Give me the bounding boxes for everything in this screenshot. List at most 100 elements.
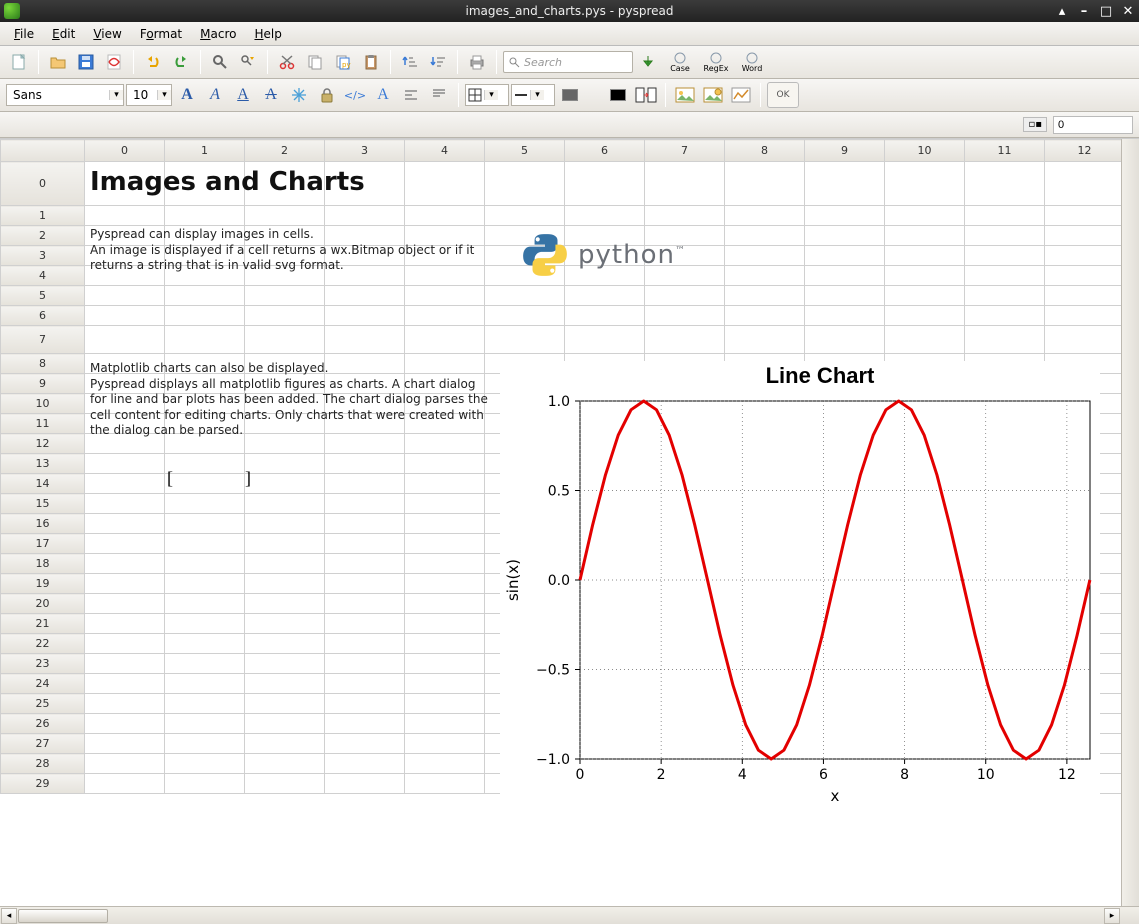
cell[interactable] <box>165 654 245 674</box>
cell[interactable] <box>805 246 885 266</box>
bg-color-button[interactable] <box>605 82 631 108</box>
redo-button[interactable] <box>168 49 194 75</box>
cell[interactable] <box>165 634 245 654</box>
menu-macro[interactable]: Macro <box>192 25 244 43</box>
cell[interactable] <box>165 594 245 614</box>
cell[interactable] <box>645 206 725 226</box>
row-header[interactable]: 0 <box>1 162 85 206</box>
scroll-left-button[interactable]: ◂ <box>1 908 17 924</box>
cell[interactable] <box>245 454 325 474</box>
cell[interactable] <box>85 674 165 694</box>
col-header[interactable]: 12 <box>1045 140 1125 162</box>
cell[interactable] <box>725 246 805 266</box>
maximize-button[interactable]: □ <box>1099 4 1113 19</box>
cell[interactable] <box>245 674 325 694</box>
row-header[interactable]: 16 <box>1 514 85 534</box>
cell[interactable] <box>405 774 485 794</box>
col-header[interactable]: 0 <box>85 140 165 162</box>
cell[interactable] <box>325 554 405 574</box>
cell[interactable] <box>85 734 165 754</box>
cell[interactable] <box>165 614 245 634</box>
align-left-button[interactable] <box>398 82 424 108</box>
freeze-button[interactable] <box>286 82 312 108</box>
cell[interactable] <box>325 286 405 306</box>
row-header[interactable]: 2 <box>1 226 85 246</box>
cell[interactable] <box>165 494 245 514</box>
cell[interactable] <box>245 574 325 594</box>
insert-chart-button[interactable] <box>728 82 754 108</box>
col-header[interactable]: 9 <box>805 140 885 162</box>
border-width-select[interactable]: ▾ <box>511 84 555 106</box>
cell[interactable] <box>165 754 245 774</box>
lock-button[interactable] <box>314 82 340 108</box>
cell[interactable] <box>325 454 405 474</box>
merge-cells-button[interactable] <box>633 82 659 108</box>
cell[interactable] <box>485 286 565 306</box>
row-header[interactable]: 15 <box>1 494 85 514</box>
cell[interactable] <box>1045 286 1125 306</box>
cell[interactable] <box>885 206 965 226</box>
cell[interactable] <box>165 694 245 714</box>
row-header[interactable]: 6 <box>1 306 85 326</box>
cell[interactable] <box>245 534 325 554</box>
cell[interactable] <box>645 306 725 326</box>
cell[interactable] <box>85 594 165 614</box>
cell[interactable] <box>405 306 485 326</box>
row-header[interactable]: 17 <box>1 534 85 554</box>
cell[interactable] <box>245 714 325 734</box>
cell[interactable] <box>325 774 405 794</box>
cell[interactable] <box>725 286 805 306</box>
menu-file[interactable]: File <box>6 25 42 43</box>
cell[interactable] <box>165 306 245 326</box>
row-header[interactable]: 21 <box>1 614 85 634</box>
cell[interactable] <box>325 514 405 534</box>
border-select[interactable]: ▾ <box>465 84 509 106</box>
cell[interactable] <box>85 286 165 306</box>
cell[interactable] <box>245 554 325 574</box>
export-pdf-button[interactable] <box>101 49 127 75</box>
cell[interactable] <box>965 326 1045 354</box>
cell[interactable] <box>245 514 325 534</box>
cell[interactable] <box>325 474 405 494</box>
cell[interactable] <box>1045 206 1125 226</box>
row-header[interactable]: 24 <box>1 674 85 694</box>
sheet-tab-button[interactable]: ▫▪ <box>1023 117 1047 132</box>
cell[interactable] <box>85 774 165 794</box>
find-replace-button[interactable] <box>235 49 261 75</box>
link-image-button[interactable] <box>700 82 726 108</box>
close-button[interactable]: ✕ <box>1121 4 1135 19</box>
cell[interactable] <box>245 654 325 674</box>
cell[interactable] <box>485 326 565 354</box>
col-header[interactable]: 5 <box>485 140 565 162</box>
cell[interactable] <box>405 326 485 354</box>
menu-edit[interactable]: Edit <box>44 25 83 43</box>
cell[interactable] <box>165 454 245 474</box>
cell[interactable] <box>405 206 485 226</box>
border-color-button[interactable] <box>557 82 583 108</box>
cell[interactable] <box>85 634 165 654</box>
col-header[interactable]: 10 <box>885 140 965 162</box>
col-header[interactable]: 6 <box>565 140 645 162</box>
paste-button[interactable] <box>358 49 384 75</box>
cell[interactable] <box>325 574 405 594</box>
cell[interactable] <box>325 714 405 734</box>
cell[interactable] <box>1045 326 1125 354</box>
search-word-toggle[interactable]: Word <box>735 49 769 75</box>
cell[interactable] <box>85 614 165 634</box>
cell[interactable] <box>645 286 725 306</box>
strike-button[interactable]: A <box>258 82 284 108</box>
cell[interactable] <box>965 226 1045 246</box>
cell[interactable] <box>565 306 645 326</box>
cell[interactable] <box>325 754 405 774</box>
row-header[interactable]: 20 <box>1 594 85 614</box>
cell[interactable] <box>85 206 165 226</box>
vertical-scrollbar[interactable] <box>1121 139 1139 906</box>
cell[interactable] <box>325 614 405 634</box>
row-header[interactable]: 18 <box>1 554 85 574</box>
cell[interactable] <box>485 306 565 326</box>
col-header[interactable]: 4 <box>405 140 485 162</box>
cell[interactable] <box>485 162 565 206</box>
row-header[interactable]: 9 <box>1 374 85 394</box>
cell[interactable] <box>325 674 405 694</box>
cell[interactable] <box>85 514 165 534</box>
